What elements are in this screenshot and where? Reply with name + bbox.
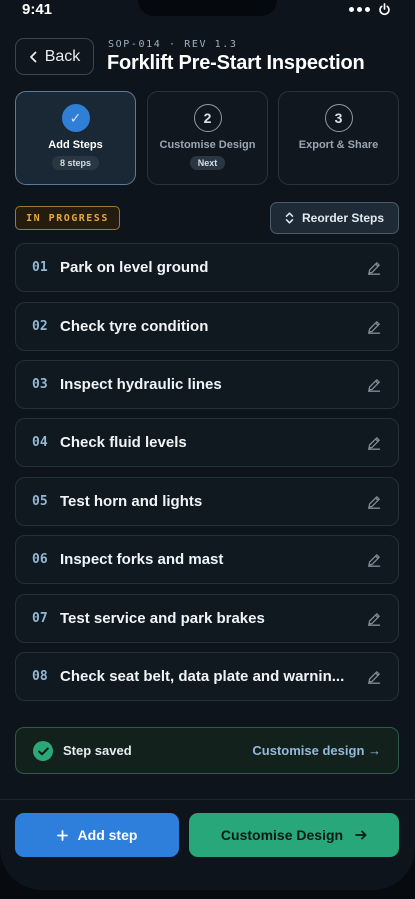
stepper-step-export-share[interactable]: 3 Export & Share — [278, 91, 399, 185]
step-row[interactable]: 04 Check fluid levels — [15, 418, 399, 467]
step-title: Inspect forks and mast — [60, 551, 224, 568]
signal-dots-icon — [349, 7, 370, 12]
step-row[interactable]: 05 Test horn and lights — [15, 477, 399, 526]
device-notch — [138, 0, 277, 16]
step-number: 06 — [32, 552, 48, 567]
stepper-label: Export & Share — [298, 139, 379, 151]
stepper-badge: Next — [189, 156, 226, 170]
reorder-steps-button[interactable]: Reorder Steps — [270, 202, 399, 234]
step-number: 05 — [32, 494, 48, 509]
step-saved-toast: Step saved Customise design → — [15, 727, 399, 774]
step-title: Inspect hydraulic lines — [60, 376, 222, 393]
status-badge: IN PROGRESS — [15, 206, 120, 230]
add-step-label: Add step — [77, 827, 138, 843]
pencil-icon[interactable] — [366, 435, 382, 451]
step-row[interactable]: 01 Park on level ground — [15, 243, 399, 292]
step-title: Check tyre condition — [60, 318, 209, 335]
pencil-icon[interactable] — [366, 319, 382, 335]
footer-divider — [0, 799, 415, 800]
customise-design-link[interactable]: Customise design → — [252, 743, 381, 758]
stepper-label: Add Steps — [48, 139, 103, 151]
stepper-step-customise-design[interactable]: 2 Customise Design Next — [147, 91, 268, 185]
pencil-icon[interactable] — [366, 552, 382, 568]
page-title: Forklift Pre-Start Inspection — [107, 52, 365, 74]
phone-screen: 9:41 Back SOP-014 · REV 1.3 Forklift Pre… — [0, 0, 415, 890]
step-number: 08 — [32, 669, 48, 684]
step-title: Check seat belt, data plate and warnin..… — [60, 668, 345, 685]
step-row[interactable]: 06 Inspect forks and mast — [15, 535, 399, 584]
step-number: 02 — [32, 319, 48, 334]
step-title: Check fluid levels — [60, 434, 187, 451]
step-number: 07 — [32, 611, 48, 626]
step-row[interactable]: 02 Check tyre condition — [15, 302, 399, 351]
sop-code: SOP-014 · REV 1.3 — [108, 39, 238, 50]
step-number: 03 — [32, 377, 48, 392]
stepper-label: Customise Design — [159, 139, 256, 151]
step-title: Test service and park brakes — [60, 610, 265, 627]
customise-design-button[interactable]: Customise Design — [189, 813, 399, 857]
chevron-left-icon — [29, 51, 37, 62]
step-title: Park on level ground — [60, 259, 209, 276]
pencil-icon[interactable] — [366, 494, 382, 510]
check-circle-icon — [33, 741, 53, 761]
toast-message: Step saved — [63, 743, 132, 758]
plus-icon — [56, 829, 68, 841]
arrow-right-icon — [355, 830, 367, 840]
stepper-badge: 8 steps — [51, 156, 100, 170]
status-icons — [349, 3, 391, 16]
pencil-icon[interactable] — [366, 260, 382, 276]
stepper-number: 2 — [193, 104, 222, 132]
customise-label: Customise Design — [220, 827, 344, 843]
sort-arrows-icon — [285, 212, 294, 224]
step-number: 01 — [32, 260, 48, 275]
step-title: Test horn and lights — [60, 493, 203, 510]
check-icon: ✓ — [61, 104, 90, 132]
pencil-icon[interactable] — [366, 377, 382, 393]
pencil-icon[interactable] — [366, 669, 382, 685]
step-row[interactable]: 08 Check seat belt, data plate and warni… — [15, 652, 399, 701]
step-number: 04 — [32, 435, 48, 450]
stepper-step-add-steps[interactable]: ✓ Add Steps 8 steps — [15, 91, 136, 185]
step-row[interactable]: 03 Inspect hydraulic lines — [15, 360, 399, 409]
pencil-icon[interactable] — [366, 611, 382, 627]
stepper-number: 3 — [324, 104, 353, 132]
power-icon — [379, 3, 390, 16]
status-time: 9:41 — [22, 1, 53, 18]
back-label: Back — [44, 47, 81, 65]
add-step-button[interactable]: Add step — [15, 813, 179, 857]
reorder-label: Reorder Steps — [301, 211, 385, 225]
back-button[interactable]: Back — [15, 38, 94, 75]
step-row[interactable]: 07 Test service and park brakes — [15, 594, 399, 643]
